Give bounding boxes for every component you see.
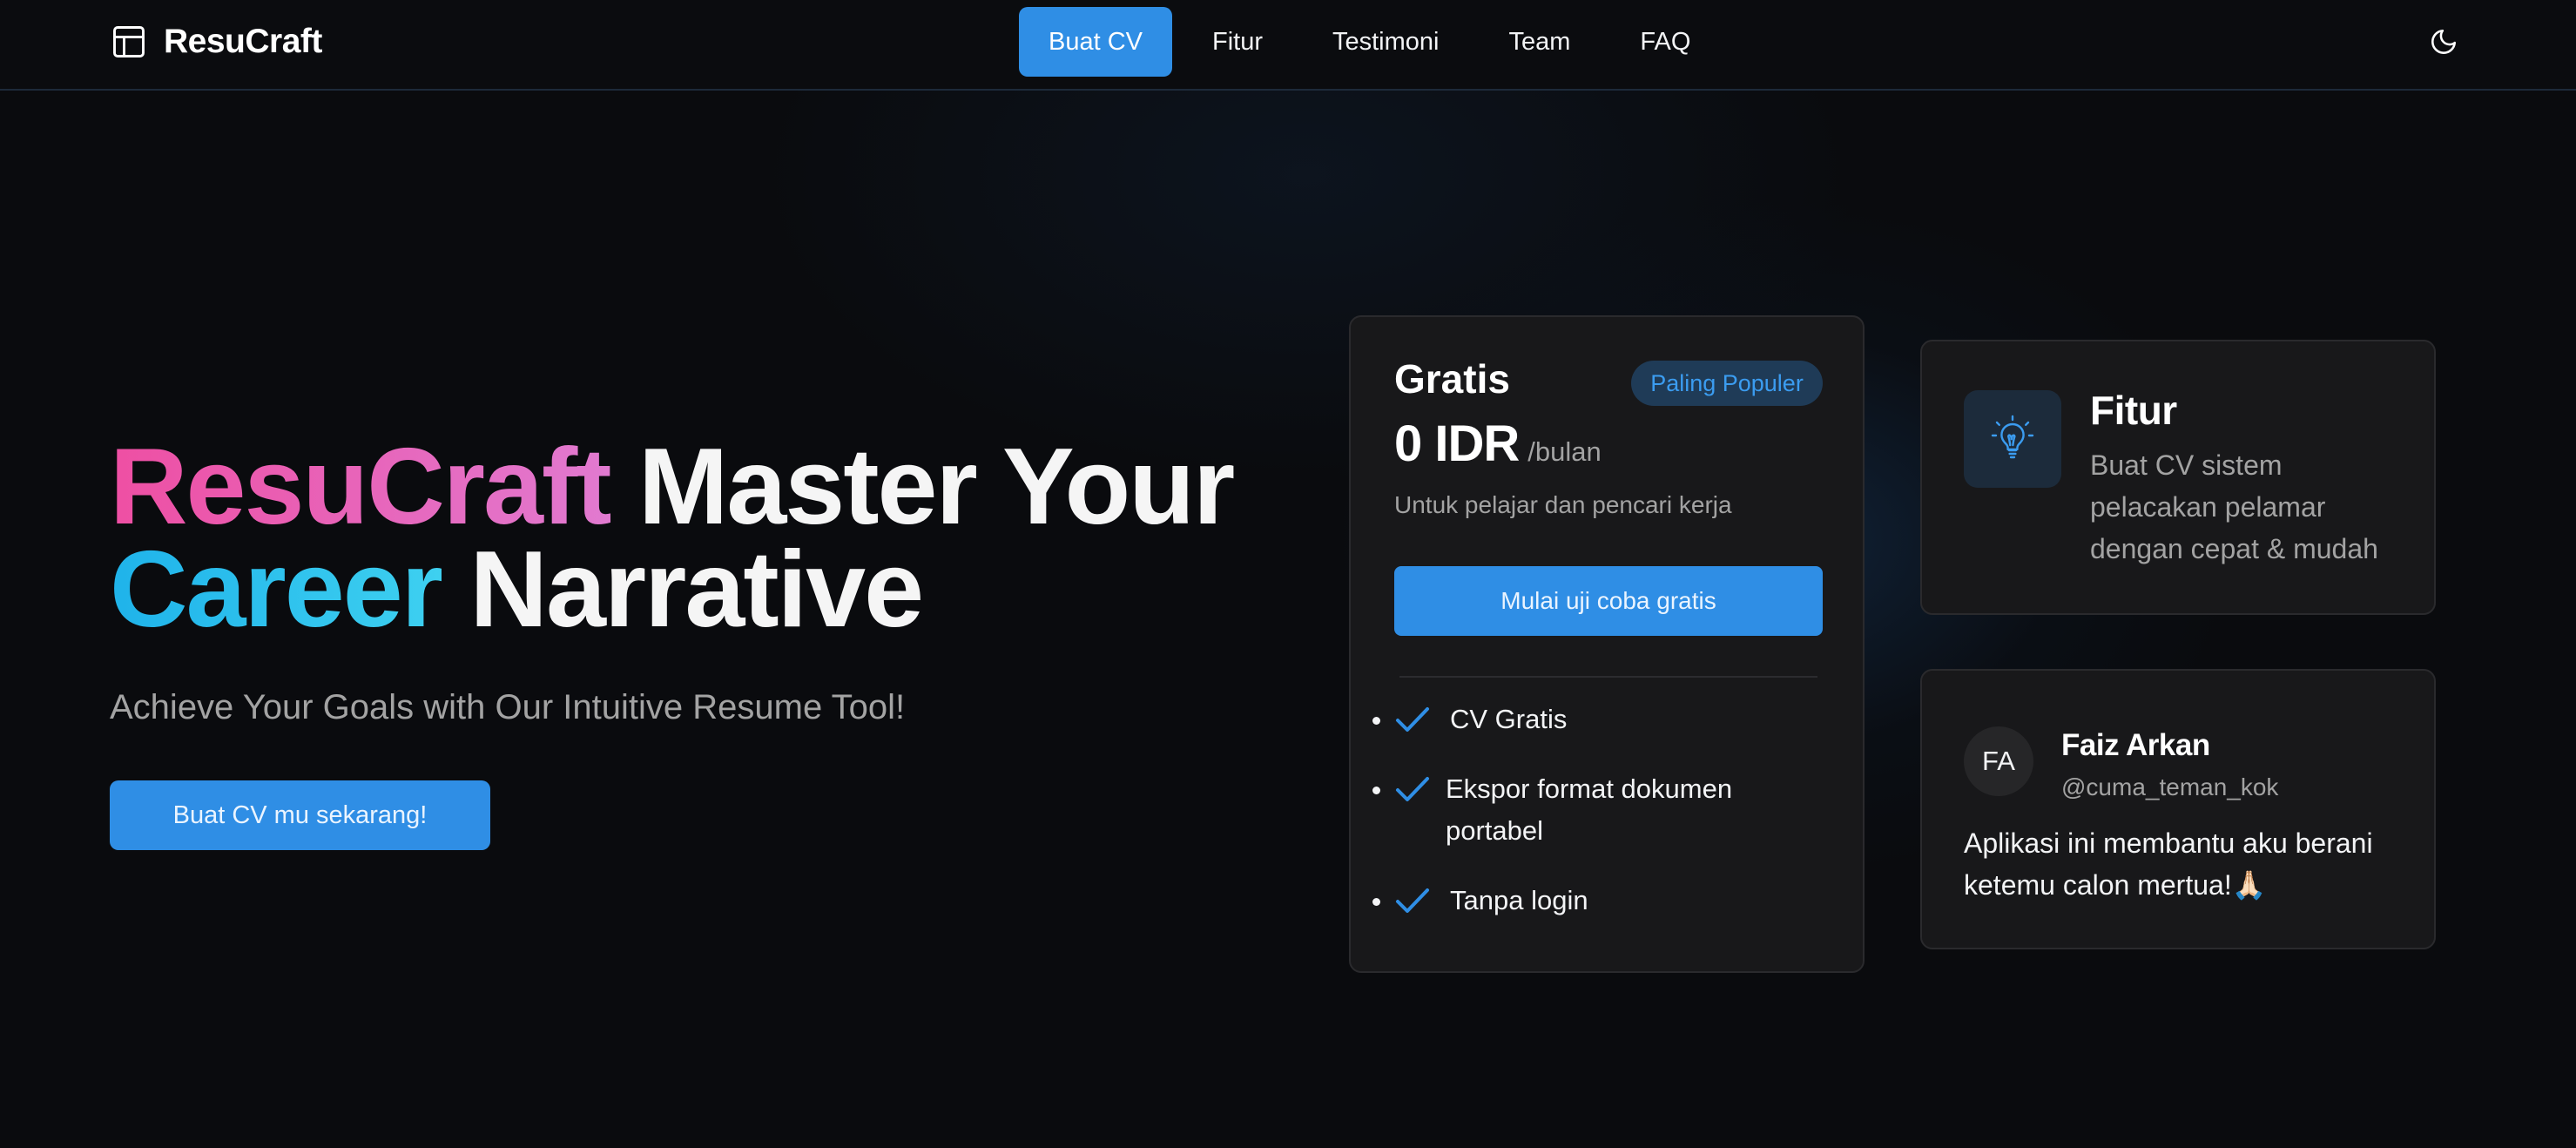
create-cv-button[interactable]: Buat CV mu sekarang! <box>110 780 490 850</box>
feature-title: Fitur <box>2090 388 2177 433</box>
feature-item: Ekspor format dokumen portabel <box>1394 768 1830 852</box>
navbar: ResuCraft Buat CV Fitur Testimoni Team F… <box>0 0 2576 91</box>
testimonial-name: Faiz Arkan <box>2061 728 2210 762</box>
feature-item: Tanpa login <box>1394 880 1830 922</box>
feature-label: CV Gratis <box>1450 704 1568 734</box>
hero-subtitle: Achieve Your Goals with Our Intuitive Re… <box>110 688 906 726</box>
nav-link-fitur[interactable]: Fitur <box>1183 7 1292 77</box>
feature-card[interactable]: Fitur Buat CV sistem pelacakan pelamar d… <box>1920 340 2436 615</box>
testimonial-text: Aplikasi ini membantu aku berani ketemu … <box>1964 827 2373 901</box>
plan-period: /bulan <box>1527 436 1602 467</box>
testimonial-handle: @cuma_teman_kok <box>2061 773 2279 800</box>
feature-label: Tanpa login <box>1450 885 1588 915</box>
avatar: FA <box>1964 726 2033 796</box>
nav-link-testimoni[interactable]: Testimoni <box>1303 7 1469 77</box>
main-nav: Buat CV Fitur Testimoni Team FAQ <box>1019 7 1720 77</box>
nav-link-buat-cv[interactable]: Buat CV <box>1019 7 1172 77</box>
feature-list: CV Gratis Ekspor format dokumen portabel… <box>1394 699 1830 949</box>
start-free-trial-button[interactable]: Mulai uji coba gratis <box>1394 566 1823 636</box>
divider <box>1399 676 1817 678</box>
page: ResuCraft Buat CV Fitur Testimoni Team F… <box>0 0 2576 1148</box>
plan-price: 0 IDR <box>1394 415 1520 472</box>
hero-title: ResuCraft Master Your Career Narrative <box>110 433 1312 644</box>
feature-icon-box <box>1964 390 2061 488</box>
check-icon <box>1396 707 1429 732</box>
theme-toggle-button[interactable] <box>2424 19 2463 64</box>
feature-description: Buat CV sistem pelacakan pelamar dengan … <box>2090 449 2378 564</box>
moon-icon <box>2431 29 2457 54</box>
nav-link-faq[interactable]: FAQ <box>1610 7 1720 77</box>
brand-name: ResuCraft <box>164 23 322 60</box>
check-icon <box>1396 777 1429 801</box>
brand-logo[interactable]: ResuCraft <box>110 19 322 64</box>
nav-link-team[interactable]: Team <box>1480 7 1601 77</box>
hero-title-career: Career <box>110 530 443 650</box>
feature-item: CV Gratis <box>1394 699 1830 740</box>
plan-description: Untuk pelajar dan pencari kerja <box>1394 491 1732 518</box>
lightbulb-icon <box>1991 415 2034 459</box>
price-row: 0 IDR /bulan <box>1394 415 1602 473</box>
testimonial-card: FA Faiz Arkan @cuma_teman_kok Aplikasi i… <box>1920 669 2436 949</box>
check-icon <box>1396 888 1429 913</box>
feature-label: Ekspor format dokumen portabel <box>1446 773 1733 846</box>
pricing-card: Gratis Paling Populer 0 IDR /bulan Untuk… <box>1349 315 1865 973</box>
plan-name: Gratis <box>1394 356 1510 402</box>
hero-title-narrative: Narrative <box>441 530 924 650</box>
layout-icon <box>113 26 145 57</box>
popular-badge: Paling Populer <box>1631 361 1823 406</box>
